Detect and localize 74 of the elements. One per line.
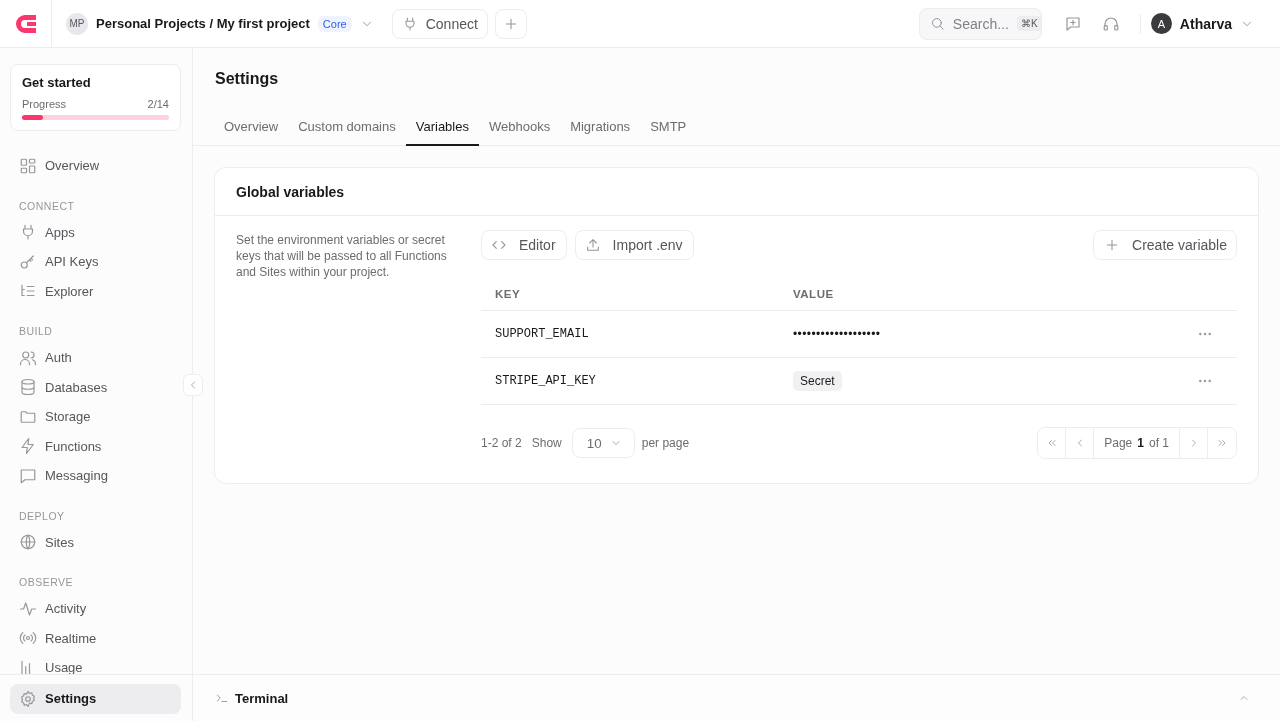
headphones-icon	[1101, 14, 1120, 33]
sidebar-item[interactable]: Functions	[10, 431, 182, 461]
terminal-icon	[215, 691, 229, 705]
user-avatar[interactable]: A	[1150, 13, 1172, 34]
project-avatar: MP	[66, 12, 88, 35]
column-header: KEY	[495, 287, 522, 300]
tab[interactable]: Webhooks	[478, 109, 561, 146]
terminal-title: Terminal	[235, 690, 289, 706]
sidebar-item[interactable]: Auth	[10, 343, 182, 373]
page-total: of 1	[1149, 436, 1169, 450]
chat-icon	[19, 466, 37, 485]
card-title: Get started	[22, 75, 92, 90]
sidebar-item[interactable]: Activity	[10, 594, 182, 624]
sidebar-item[interactable]: Messaging	[10, 461, 182, 491]
create-variable-button[interactable]: Create variable	[1093, 230, 1237, 260]
upload-icon	[584, 237, 601, 253]
logo-icon[interactable]	[14, 13, 37, 34]
sidebar-item[interactable]: Settings	[10, 684, 181, 714]
double-chevron-right-icon	[1216, 437, 1228, 449]
user-name[interactable]: Atharva	[1179, 15, 1232, 32]
sidebar-item[interactable]: Storage	[10, 402, 182, 432]
database-icon	[19, 378, 37, 397]
connect-button[interactable]: Connect	[391, 8, 488, 39]
progress-label: Progress	[22, 98, 67, 110]
project-name[interactable]: Personal Projects / My first project	[96, 16, 310, 31]
grid-icon	[19, 156, 37, 175]
section-heading: BUILD	[18, 324, 54, 339]
first-page-button[interactable]	[1038, 428, 1067, 458]
tab[interactable]: SMTP	[640, 109, 697, 146]
page-label: Page	[1104, 436, 1133, 450]
section-heading: OBSERVE	[18, 575, 75, 590]
users-icon	[19, 348, 37, 367]
sidebar-item[interactable]: Databases	[10, 372, 182, 402]
import-button[interactable]: Import .env	[574, 230, 694, 260]
tab[interactable]: Migrations	[560, 109, 641, 146]
page-title: Settings	[215, 70, 280, 88]
activity-icon	[19, 599, 37, 618]
variable-key: SUPPORT_EMAIL	[495, 327, 793, 341]
tab[interactable]: Custom domains	[288, 109, 406, 146]
sidebar-item[interactable]: API Keys	[10, 247, 182, 277]
lightning-icon	[19, 437, 37, 456]
sidebar-item[interactable]: Realtime	[10, 623, 182, 653]
variable-key: STRIPE_API_KEY	[495, 374, 793, 388]
shortcut-hint: ⌘K	[1016, 16, 1042, 31]
sidebar-item[interactable]: Apps	[10, 217, 182, 247]
per-page-label: per page	[641, 436, 690, 450]
page-number: 1	[1137, 436, 1144, 450]
get-started-card[interactable]: Get started Progress 2/14	[10, 64, 181, 131]
column-header: VALUE	[793, 287, 835, 300]
card-title: Global variables	[236, 183, 345, 200]
page-size-select[interactable]: 10	[571, 428, 635, 458]
progress-count: 2/14	[147, 98, 169, 110]
section-heading: DEPLOY	[18, 508, 66, 524]
sidebar-item[interactable]: Overview	[10, 151, 182, 181]
key-icon	[19, 252, 37, 271]
search-icon	[929, 16, 945, 31]
description: Set the environment variables or secret keys that will be passed to all Functions and Sites within your project.	[236, 232, 448, 281]
tab[interactable]: Variables	[405, 109, 479, 146]
section-heading: CONNECT	[18, 198, 76, 214]
editor-button[interactable]: Editor	[481, 230, 567, 260]
range-text: 1-2 of 2	[481, 436, 522, 450]
collapse-button[interactable]	[183, 374, 203, 396]
masked-value: •••••••••••••••••••	[793, 327, 882, 341]
gear-icon	[19, 689, 37, 708]
secret-badge: Secret	[793, 371, 842, 391]
add-button[interactable]	[494, 8, 527, 39]
search-field[interactable]: Search... ⌘K	[918, 7, 1042, 40]
plan-badge: Core	[317, 15, 352, 32]
globe-icon	[19, 533, 37, 552]
show-label: Show	[531, 436, 562, 450]
tab[interactable]: Overview	[214, 109, 289, 146]
chat-plus-icon	[1063, 14, 1082, 33]
sidebar-item[interactable]: Explorer	[10, 276, 182, 306]
sidebar-item[interactable]: Sites	[10, 527, 182, 557]
